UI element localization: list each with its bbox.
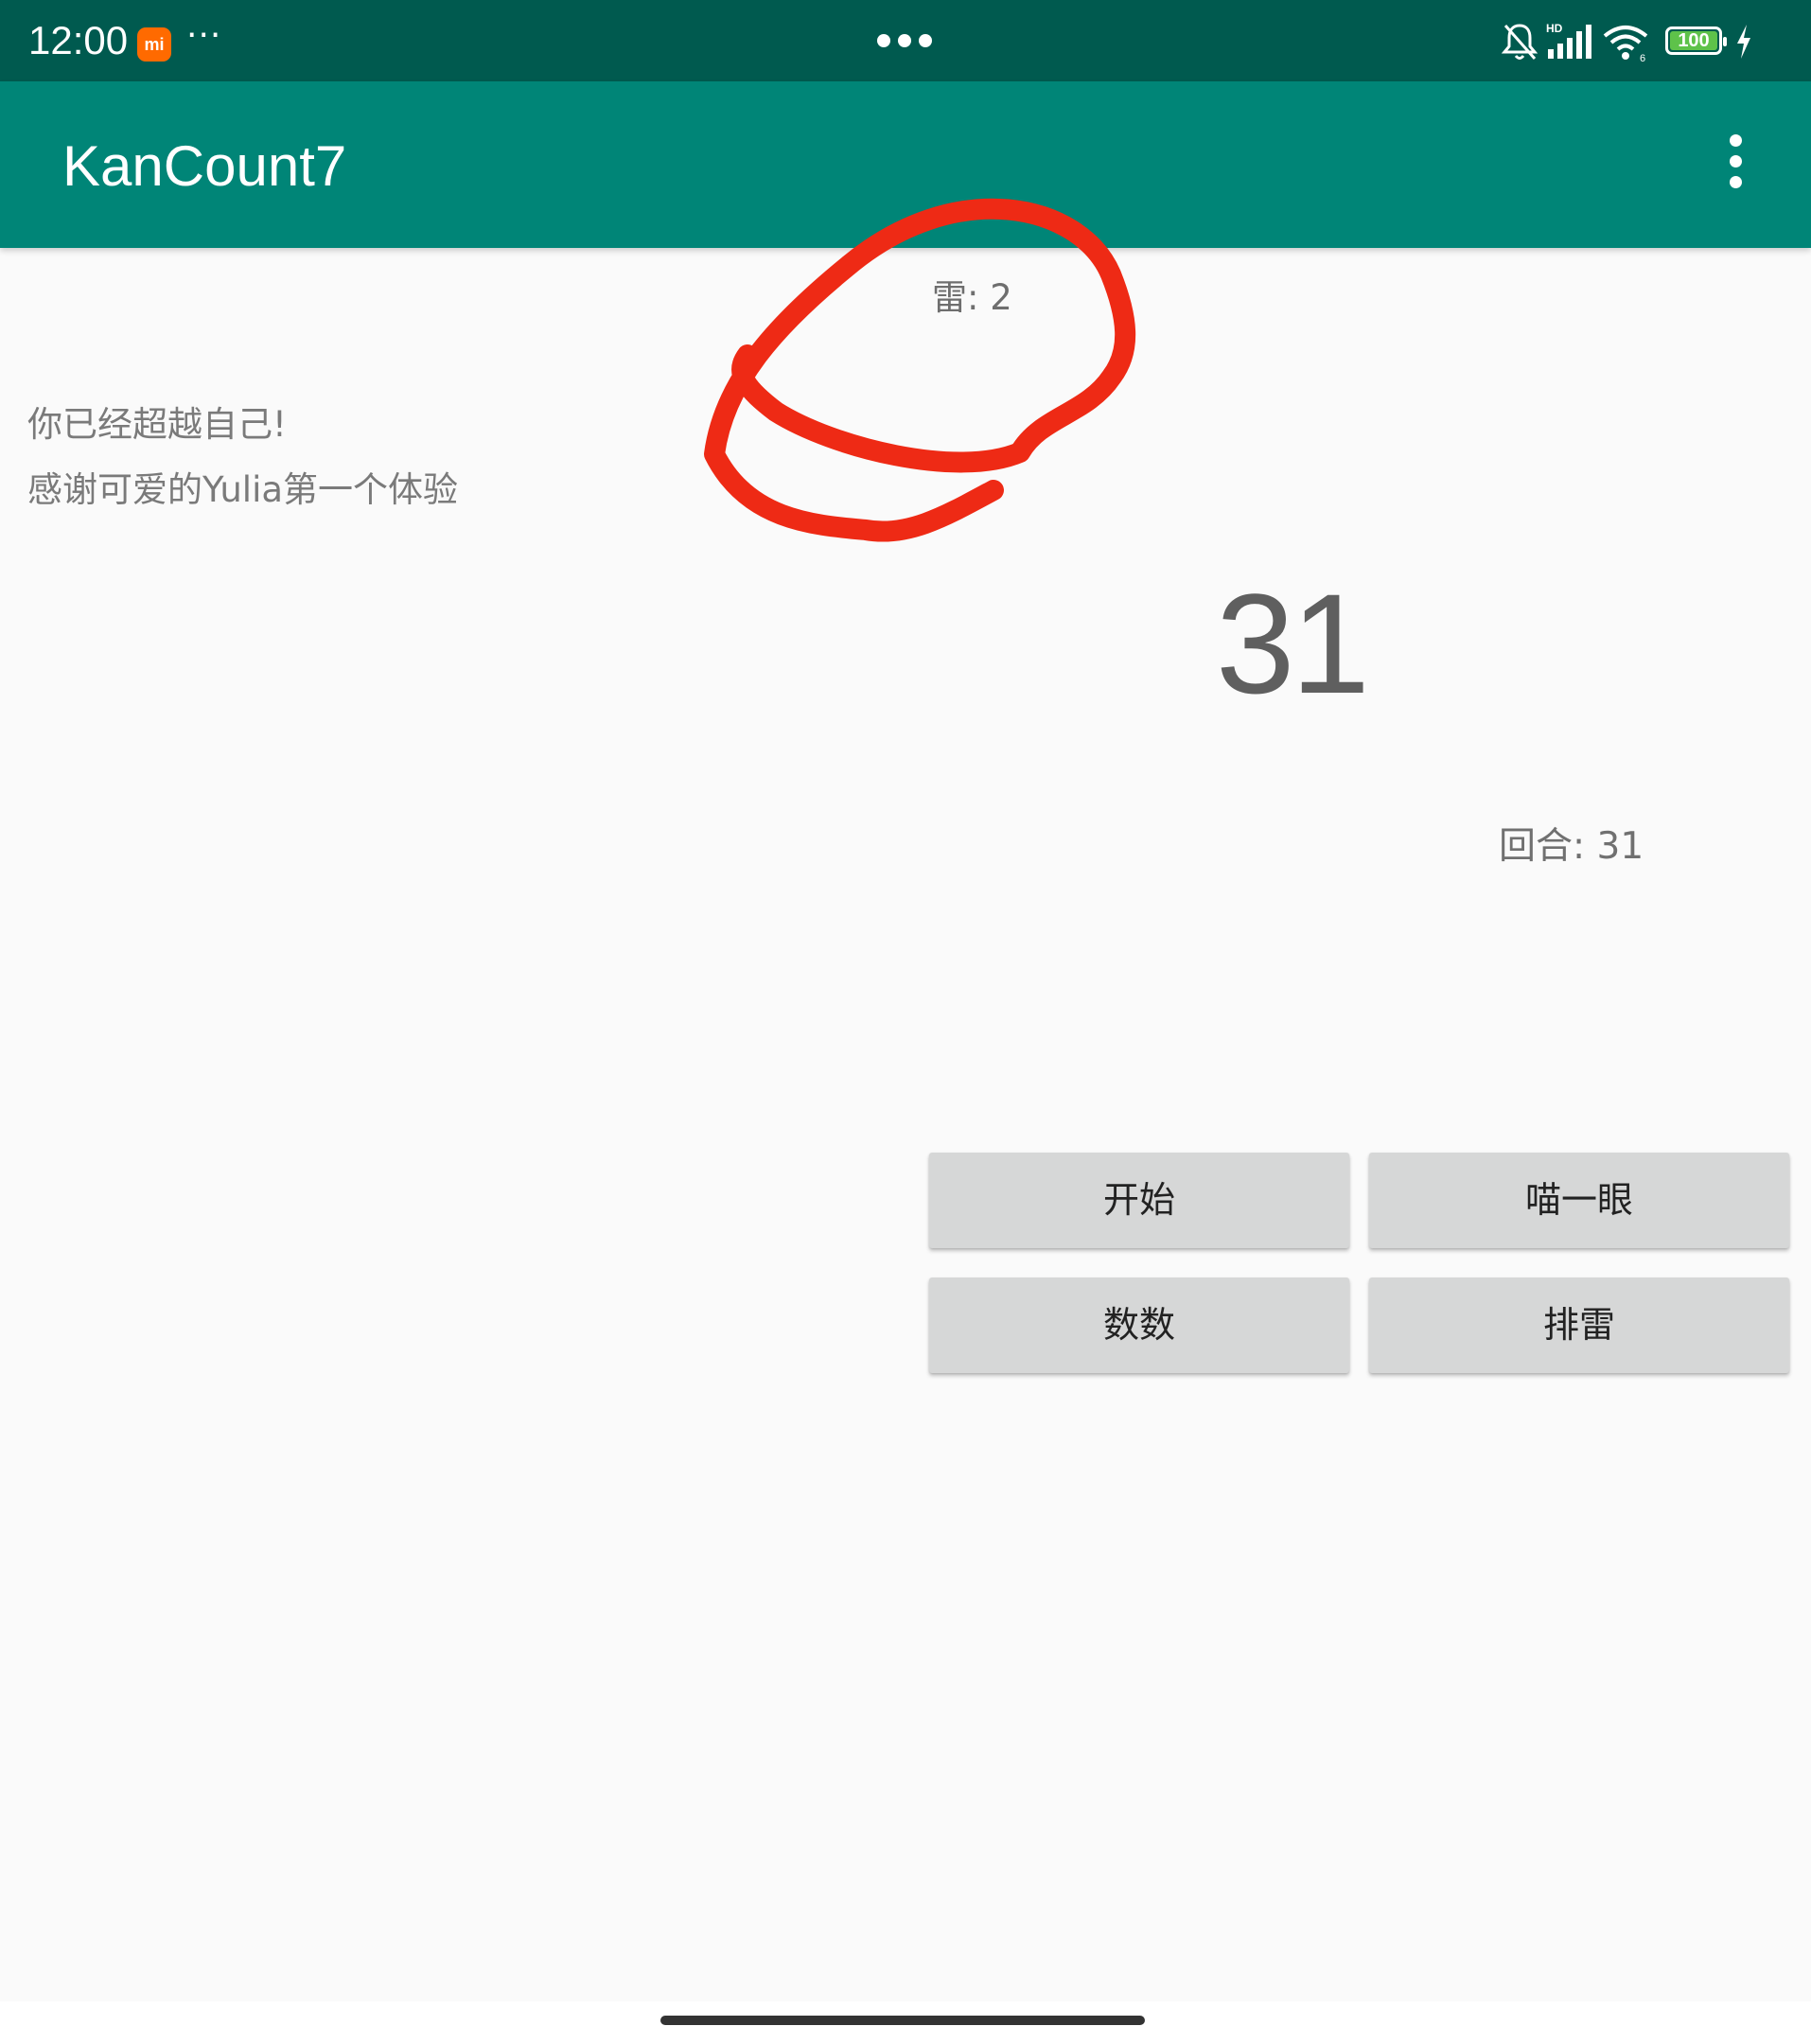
more-vert-icon[interactable] [1707,134,1764,195]
peek-button[interactable]: 喵一眼 [1369,1153,1789,1248]
sweep-mine-button[interactable]: 排雷 [1369,1278,1789,1373]
battery-icon: 100 [1665,26,1727,55]
svg-text:6: 6 [1640,53,1645,62]
red-circle-annotation [704,198,1136,542]
annotation-stroke [704,198,1136,542]
mine-count-label: 雷: 2 [932,277,1012,318]
battery-level: 100 [1678,30,1710,51]
mi-notification-icon: mi [137,27,171,62]
hd-signal-icon: HD [1546,22,1591,59]
multitask-dots-icon[interactable] [875,32,936,47]
bell-muted-icon [1501,24,1538,60]
message-line-2: 感谢可爱的Yulia第一个体验 [27,469,459,510]
app-bar: KanCount7 [0,81,1811,248]
status-time: 12:00 [28,18,129,62]
svg-text:HD: HD [1546,22,1563,35]
more-notifications-indicator: ··· [186,16,222,55]
count-button[interactable]: 数数 [929,1278,1349,1373]
status-bar: 12:00 mi ··· HD 6 100 [0,0,1811,81]
round-label: 回合: 31 [1499,825,1644,868]
wifi-icon: 6 [1603,26,1648,62]
app-title: KanCount7 [62,134,347,198]
message-line-1: 你已经超越自己! [27,404,287,445]
status-icons: HD 6 100 [1501,21,1775,62]
start-button[interactable]: 开始 [929,1153,1349,1248]
home-indicator[interactable] [660,2016,1145,2025]
count-display: 31 [1216,564,1370,723]
charging-icon [1737,25,1750,59]
